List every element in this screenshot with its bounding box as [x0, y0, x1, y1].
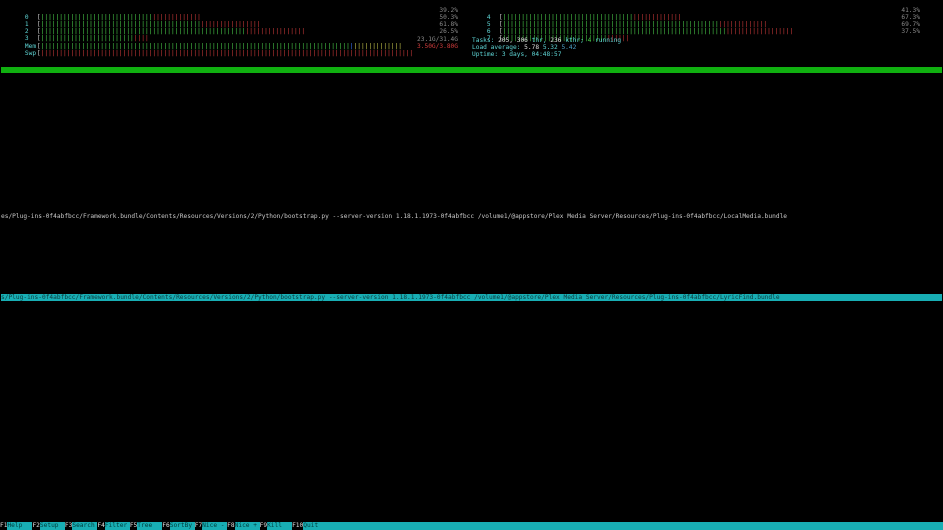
uptime: Uptime: 3 days, 04:48:57: [472, 51, 561, 58]
uptime-label: Uptime:: [472, 51, 499, 58]
swap-label: Swp: [24, 50, 37, 57]
cpu-percent: 37.5%: [901, 28, 920, 35]
running-label: running: [595, 37, 622, 44]
load-5min: 5.32: [542, 44, 558, 51]
threads-label: thr,: [531, 37, 547, 44]
function-key-bar: F1Help F2Setup F3Search F4Filter F5Tree F6Sor…: [0, 522, 943, 530]
cpu-meter: 6 [||||||||||||||||||||||||||||||||||||||…: [486, 21, 920, 35]
f1-key[interactable]: F1: [0, 522, 8, 530]
threads-count: 306: [516, 37, 528, 44]
setup-button[interactable]: Setup: [40, 522, 65, 530]
f4-key[interactable]: F4: [97, 522, 105, 530]
swap-meter: Swp[||||||||||||||||||||||||||||||||||||…: [24, 43, 458, 57]
f6-key[interactable]: F6: [162, 522, 170, 530]
cpu-percent: 61.8%: [439, 21, 458, 28]
kthreads-count: 236: [550, 37, 562, 44]
quit-button[interactable]: Quit: [303, 522, 328, 530]
tasks-summary: Tasks: 205, 306 thr, 236 kthr; 4 running: [472, 37, 621, 44]
cpu-meter: 1 [||||||||||||||||||||||||||||||||||||||…: [24, 14, 458, 28]
selected-process-row[interactable]: s/Plug-ins-0f4abfbcc/Framework.bundle/Co…: [1, 294, 942, 301]
cpu-percent: 69.7%: [901, 21, 920, 28]
cpu-meter: 0 [||||||||||||||||||||||||||||||||||||||…: [24, 7, 458, 21]
running-count: 4: [587, 37, 592, 44]
kthreads-label: kthr;: [565, 37, 584, 44]
cpu-percent: 50.3%: [439, 14, 458, 21]
load-average: Load average: 5.78 5.32 5.42: [472, 44, 576, 51]
cpu-percent: 39.2%: [439, 7, 458, 14]
f5-key[interactable]: F5: [129, 522, 138, 530]
swap-usage-bar: ||||||||||||||||||||||||||||||||||||||||…: [40, 50, 414, 57]
f2-key[interactable]: F2: [32, 522, 40, 530]
kill-button[interactable]: Kill: [267, 522, 292, 530]
cpu-percent: 26.5%: [439, 28, 458, 35]
uptime-value: 3 days, 04:48:57: [501, 51, 562, 58]
cpu-percent: 41.3%: [901, 7, 920, 14]
f7-key[interactable]: F7: [194, 522, 203, 530]
f3-key[interactable]: F3: [64, 522, 73, 530]
cpu-meter: 3 [||||||||||||||||||||||||||||| 26.5%: [24, 28, 458, 42]
tasks-count: 205,: [498, 37, 513, 44]
cpu-meter: 2 [||||||||||||||||||||||||||||||||||||||…: [24, 21, 458, 35]
filter-button[interactable]: Filter: [105, 522, 130, 530]
tasks-label: Tasks:: [472, 37, 495, 44]
load-label: Load average:: [472, 44, 521, 51]
column-header-bar[interactable]: [1, 67, 942, 73]
swap-value: 3.50G/3.80G: [417, 43, 458, 50]
f9-key[interactable]: F9: [259, 522, 268, 530]
f8-key[interactable]: F8: [227, 522, 235, 530]
f10-key[interactable]: F10: [292, 522, 304, 530]
tree-button[interactable]: Tree: [137, 522, 162, 530]
help-button[interactable]: Help: [7, 522, 32, 530]
process-row[interactable]: es/Plug-ins-0f4abfbcc/Framework.bundle/C…: [1, 213, 787, 220]
cpu-meter: 4 [||||||||||||||||||||||||||||||||||||||…: [486, 7, 920, 21]
cpu-meter: 7 [|||||||||||||||||||||||||||||||||| 37.…: [486, 28, 920, 42]
search-button[interactable]: Search: [72, 522, 97, 530]
cpu-meter: 5 [||||||||||||||||||||||||||||||||||||||…: [486, 14, 920, 28]
mem-value: 23.1G/31.4G: [417, 36, 458, 43]
cpu-percent: 67.3%: [901, 14, 920, 21]
load-1min: 5.78: [524, 44, 540, 51]
nice-plus-button[interactable]: Nice +: [235, 522, 260, 530]
nice-minus-button[interactable]: Nice -: [202, 522, 227, 530]
load-15min: 5.42: [561, 44, 577, 51]
sortby-button[interactable]: SortBy: [170, 522, 195, 530]
mem-meter: Mem[||||||||||||||||||||||||||||||||||||…: [24, 36, 458, 50]
